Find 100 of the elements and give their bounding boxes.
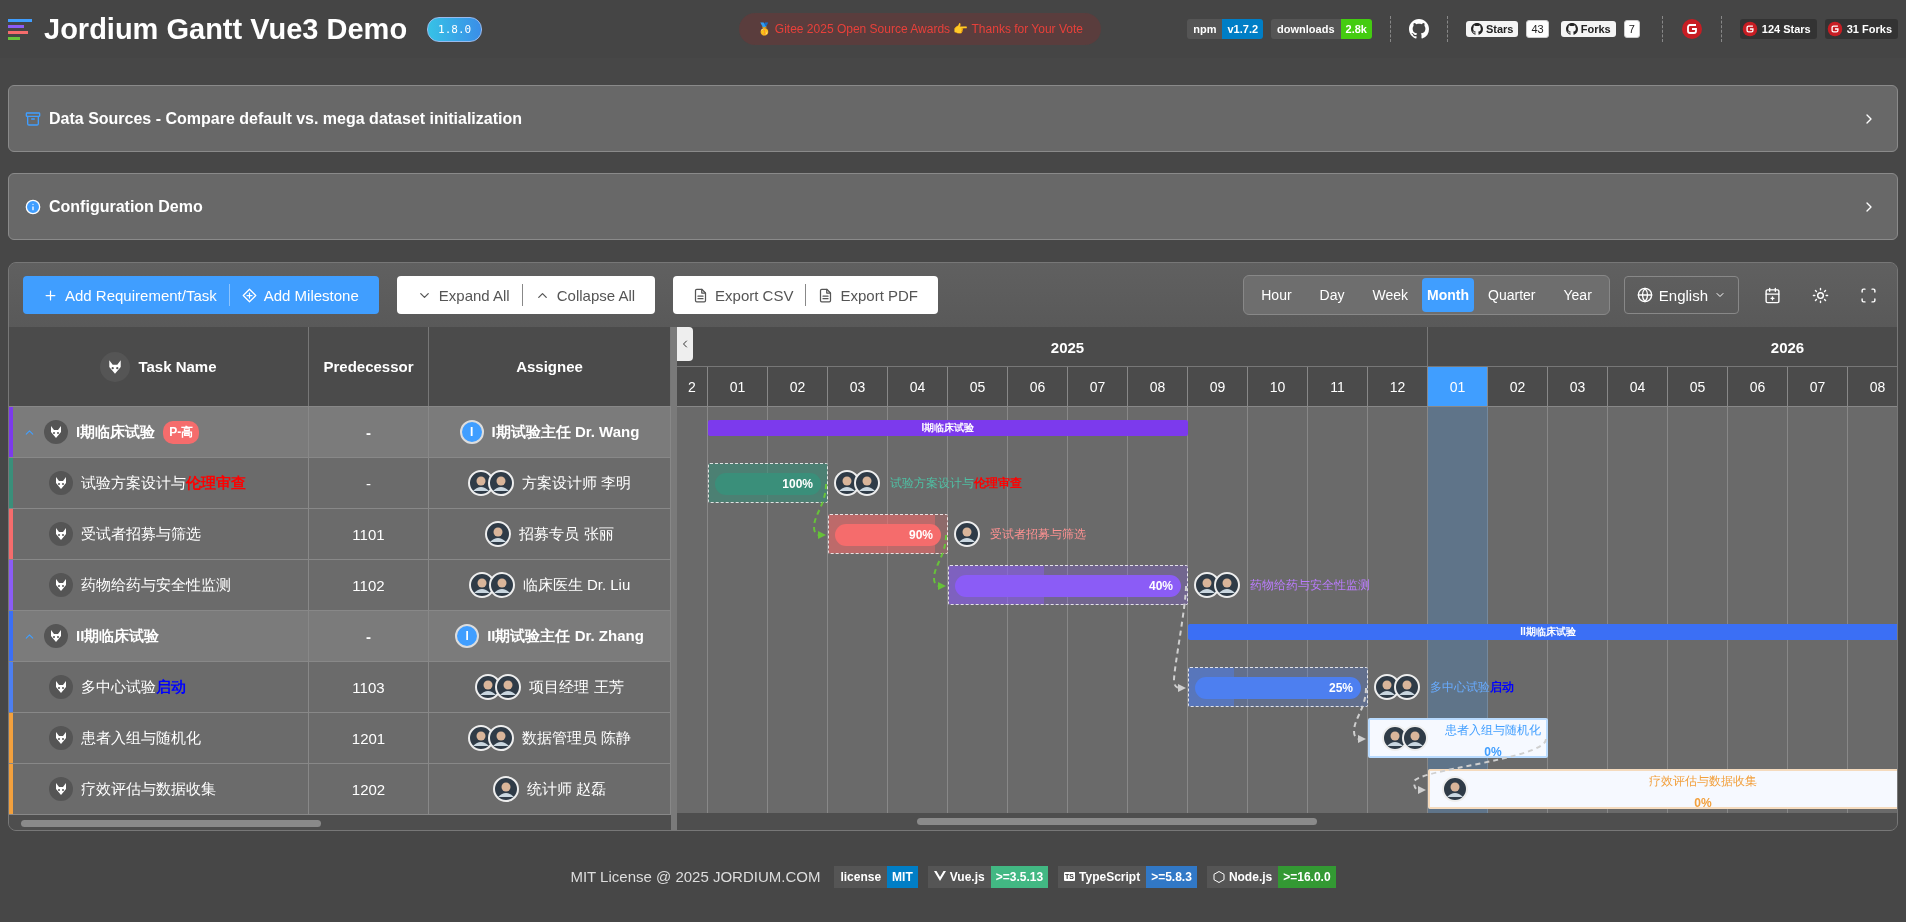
month-header: 08	[1848, 367, 1897, 406]
archive-icon	[25, 110, 41, 127]
month-header: 2	[677, 367, 708, 406]
view-tab[interactable]: Month	[1422, 278, 1475, 312]
toolbar-button[interactable]: Collapse All	[521, 284, 648, 306]
column-header: Assignee	[516, 358, 583, 375]
column-header: Predecessor	[323, 358, 414, 375]
assignee-name: 方案设计师 李明	[521, 473, 632, 493]
month-header: 03	[828, 367, 888, 406]
bar-label: 疗效评估与数据收集	[1649, 773, 1757, 790]
toolbar-button[interactable]: Add Milestone	[228, 284, 371, 306]
collapsible-panel[interactable]: Configuration Demo	[8, 173, 1898, 240]
document-icon	[693, 287, 709, 303]
bar-label: 受试者招募与筛选	[990, 525, 1086, 543]
mask-icon	[54, 731, 68, 745]
predecessor-cell-text: -	[365, 627, 372, 645]
view-tab[interactable]: Week	[1358, 278, 1423, 312]
table-row[interactable]: 疗效评估与数据收集 1202 统计师 赵磊	[9, 764, 671, 815]
month-header: 08	[1128, 367, 1188, 406]
mask-icon	[54, 578, 68, 592]
month-header: 06	[1008, 367, 1068, 406]
avatar-icon	[467, 470, 494, 496]
assignee-initial: I	[459, 420, 484, 444]
github-button[interactable]: Forks	[1560, 21, 1616, 37]
view-tab[interactable]: Day	[1305, 278, 1359, 312]
view-tab[interactable]: Quarter	[1474, 278, 1550, 312]
predecessor-cell-text: 1102	[351, 576, 386, 594]
scrollbar[interactable]	[9, 815, 671, 830]
avatar-icon	[467, 725, 494, 751]
mask-icon	[107, 358, 124, 375]
gitee-badge[interactable]: 31 Forks	[1824, 19, 1898, 39]
month-header: 04	[1608, 367, 1668, 406]
mask-icon	[49, 425, 63, 439]
task-name: 受试者招募与筛选	[81, 524, 201, 544]
predecessor-cell-text: -	[365, 423, 372, 441]
avatar-icon	[488, 572, 515, 598]
fullscreen-icon	[1859, 286, 1877, 304]
toolbar-button[interactable]: Expand All	[404, 284, 522, 306]
month-header: 01	[708, 367, 768, 406]
bar-label: 试验方案设计与伦理审查	[890, 474, 1022, 492]
view-tab[interactable]: Year	[1549, 278, 1606, 312]
assignee-name: I期试验主任 Dr. Wang	[491, 422, 640, 442]
task-bar[interactable]: 患者入组与随机化 0%	[1368, 718, 1548, 758]
task-name: 多中心试验启动	[81, 677, 186, 697]
toolbar-button[interactable]: Add Requirement/Task	[31, 284, 229, 306]
assignee-name: 项目经理 王芳	[529, 677, 624, 697]
assignee-name: 数据管理员 陈静	[521, 728, 632, 748]
predecessor-cell-text: 1101	[351, 525, 386, 543]
github-icon[interactable]	[1408, 19, 1429, 39]
github-icon	[1565, 23, 1578, 35]
language-select[interactable]: English	[1623, 276, 1739, 314]
avatar-icon	[495, 674, 522, 700]
app-title: Jordium Gantt Vue3 Demo	[44, 12, 408, 46]
table-row[interactable]: 多中心试验启动 1103 项目经理 王芳	[9, 662, 671, 713]
sun-icon	[1811, 286, 1829, 304]
scrollbar[interactable]	[677, 813, 1897, 830]
collapsible-panel[interactable]: Data Sources - Compare default vs. mega dataset initialization	[8, 85, 1898, 152]
github-button[interactable]: Stars	[1465, 21, 1519, 37]
task-bar[interactable]: 100%	[708, 463, 828, 503]
scrollbar-thumb[interactable]	[917, 818, 1317, 825]
month-header: 01	[1428, 367, 1488, 406]
github-count: 43	[1526, 20, 1549, 38]
month-header: 05	[948, 367, 1008, 406]
assignee-name: 统计师 赵磊	[526, 779, 607, 799]
task-name: 患者入组与随机化	[81, 728, 201, 748]
task-bar[interactable]: 25%	[1188, 667, 1368, 707]
info-icon	[25, 198, 41, 215]
logo-icon	[8, 18, 34, 40]
task-bar[interactable]: 90%	[828, 514, 948, 554]
summary-bar[interactable]: I期临床试验	[708, 420, 1188, 436]
toolbar-button[interactable]: Export CSV	[681, 284, 806, 306]
table-row[interactable]: 药物给药与安全性监测 1102 临床医生 Dr. Liu	[9, 560, 671, 611]
month-header: 11	[1308, 367, 1368, 406]
predecessor-cell-text: 1103	[351, 678, 386, 696]
scrollbar-thumb[interactable]	[21, 820, 321, 827]
column-header: Task Name	[138, 358, 217, 375]
avatar-icon	[487, 725, 514, 751]
table-row[interactable]: 试验方案设计与伦理审查 - 方案设计师 李明	[9, 458, 671, 509]
table-row[interactable]: II期临床试验 - I II期试验主任 Dr. Zhang	[9, 611, 671, 662]
mask-icon	[54, 527, 68, 541]
month-header: 09	[1188, 367, 1248, 406]
gitee-badge[interactable]: 124 Stars	[1739, 19, 1817, 39]
diamond-plus-icon	[241, 287, 257, 303]
bar-label: 药物给药与安全性监测	[1250, 576, 1370, 594]
gitee-icon[interactable]	[1680, 18, 1703, 40]
bar-label: 多中心试验启动	[1430, 678, 1514, 696]
v-logo-icon	[933, 871, 946, 882]
view-tab[interactable]: Hour	[1247, 278, 1306, 312]
table-row[interactable]: 患者入组与随机化 1201 数据管理员 陈静	[9, 713, 671, 764]
progress-pill: 40%	[955, 575, 1181, 597]
progress-pill: 100%	[715, 473, 821, 495]
toolbar-button[interactable]: Export PDF	[805, 284, 930, 306]
table-row[interactable]: I期临床试验 P-高 - I I期试验主任 Dr. Wang	[9, 407, 671, 458]
hexagon-icon	[1212, 870, 1225, 883]
collapse-panel-button[interactable]	[677, 327, 693, 361]
task-bar[interactable]: 40%	[948, 565, 1188, 605]
month-header: 07	[1788, 367, 1848, 406]
bar-label: 患者入组与随机化	[1445, 722, 1541, 739]
summary-bar[interactable]: II期临床试验	[1188, 624, 1897, 640]
table-row[interactable]: 受试者招募与筛选 1101 招募专员 张丽	[9, 509, 671, 560]
